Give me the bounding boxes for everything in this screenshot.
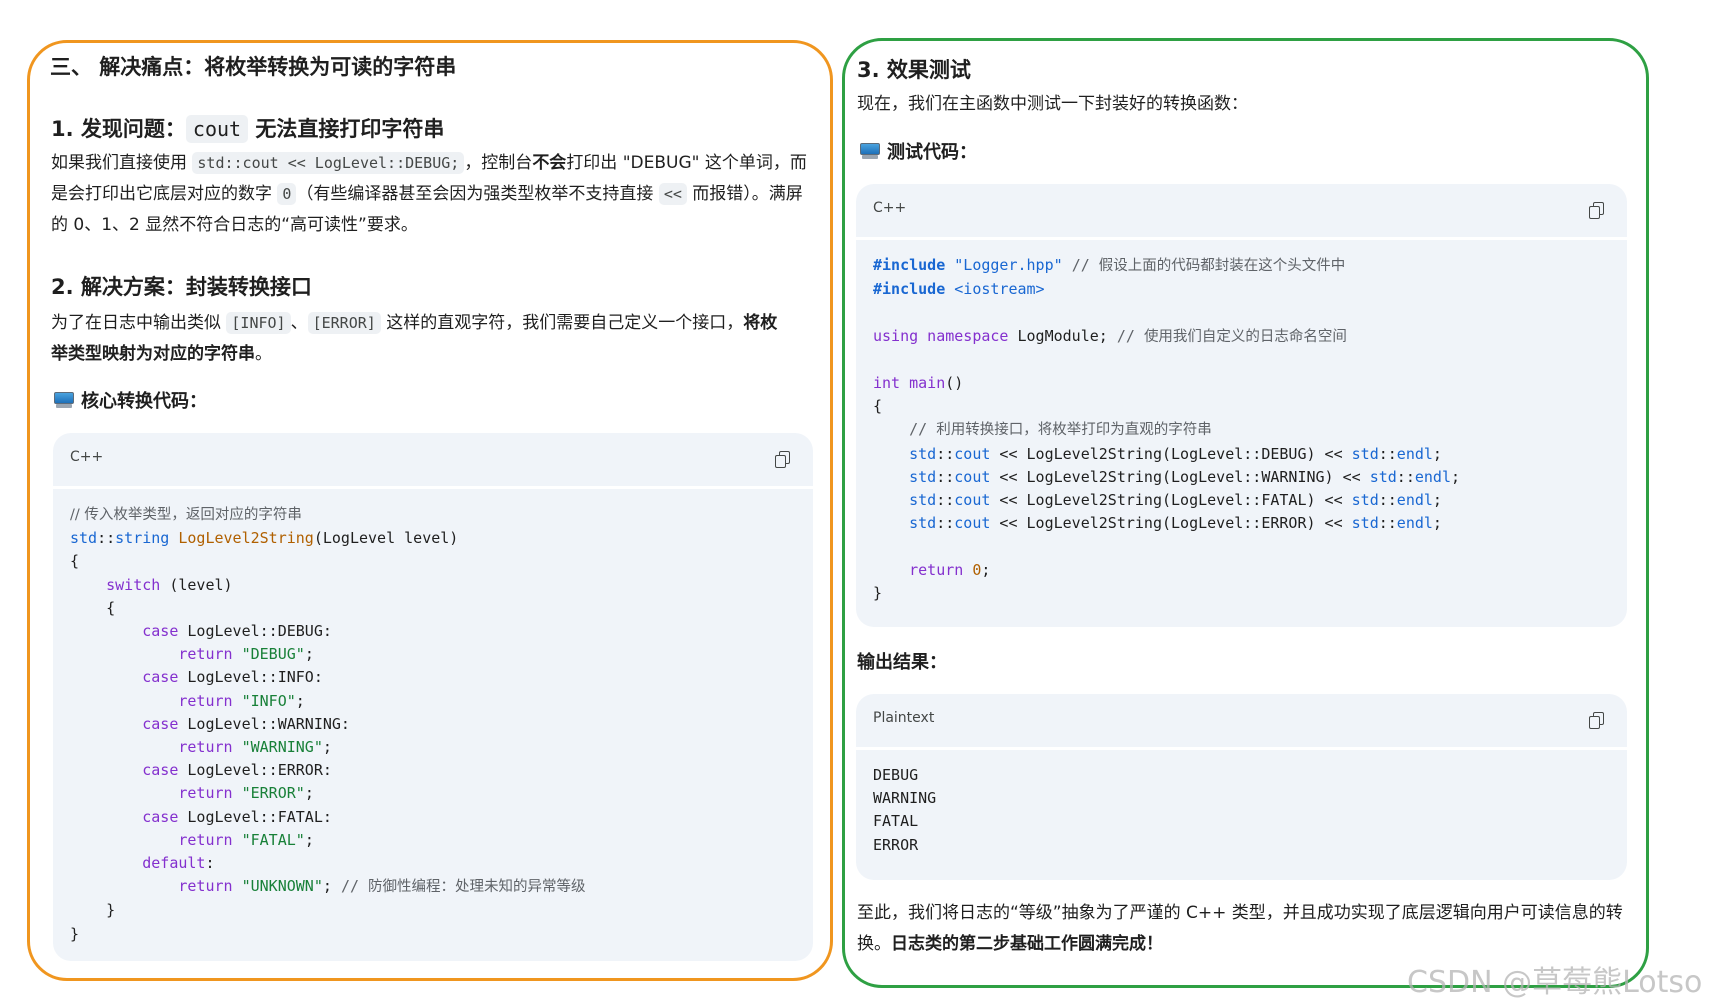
para2-text-1: 为了在日志中输出类似 bbox=[51, 313, 227, 333]
para1-text-4: （有些编译器甚至会因为强类型枚举不支持直接 bbox=[296, 184, 659, 204]
code-language-label: Plaintext bbox=[873, 710, 935, 726]
test-code-label-text: 测试代码： bbox=[887, 142, 977, 163]
output-line: DEBUG bbox=[873, 766, 919, 784]
conclusion-paragraph: 至此，我们将日志的“等级”抽象为了严谨的 C++ 类型，并且成功实现了底层逻辑向… bbox=[857, 898, 1627, 960]
code-block-output: Plaintext DEBUG WARNING FATAL ERROR bbox=[856, 694, 1627, 880]
solution-paragraph: 为了在日志中输出类似 [INFO]、 [ERROR] 这样的直观字符，我们需要自己… bbox=[51, 308, 786, 370]
para1-code-2: 0 bbox=[277, 183, 297, 205]
para2-text-2: 、 bbox=[290, 313, 308, 333]
step1-prefix: 1. 发现问题： bbox=[51, 117, 186, 141]
watermark: CSDN @草莓熊Lotso bbox=[1407, 965, 1703, 1000]
para2-text-3: 这样的直观字符，我们需要自己定义一个接口， bbox=[380, 313, 744, 333]
core-code-label: 核心转换代码： bbox=[54, 387, 207, 413]
step2-heading: 2. 解决方案：封装转换接口 bbox=[51, 275, 312, 299]
step3-heading: 3. 效果测试 bbox=[857, 58, 971, 82]
para2-text-4: 。 bbox=[255, 344, 272, 364]
para1-text-1: 如果我们直接使用 bbox=[51, 153, 193, 173]
problem-paragraph: 如果我们直接使用 std::cout << LogLevel::DEBUG; ，控… bbox=[51, 148, 817, 241]
code-content: #include "Logger.hpp" // 假设上面的代码都封装在这个头文… bbox=[873, 256, 1461, 602]
code-block-core: C++ // 传入枚举类型，返回对应的字符串 std::string LogLe… bbox=[53, 433, 813, 961]
test-intro: 现在，我们在主函数中测试一下封装好的转换函数： bbox=[857, 94, 1248, 114]
para1-code-1: std::cout << LogLevel::DEBUG; bbox=[192, 152, 465, 174]
code-block-header: Plaintext bbox=[856, 694, 1627, 750]
computer-icon bbox=[54, 392, 74, 408]
para1-text-2: ，控制台 bbox=[464, 153, 533, 173]
output-label: 输出结果： bbox=[857, 652, 947, 673]
step1-inline-code: cout bbox=[185, 115, 249, 143]
output-content: DEBUG WARNING FATAL ERROR bbox=[873, 764, 936, 857]
section-title: 三、 解决痛点：将枚举转换为可读的字符串 bbox=[50, 55, 457, 79]
step1-heading: 1. 发现问题： cout 无法直接打印字符串 bbox=[51, 113, 444, 143]
step1-suffix: 无法直接打印字符串 bbox=[248, 117, 445, 141]
code-block-header: C++ bbox=[53, 433, 813, 489]
output-line: FATAL bbox=[873, 812, 919, 831]
output-line: ERROR bbox=[873, 835, 919, 854]
code-block-header: C++ bbox=[856, 184, 1627, 240]
para1-code-3: << bbox=[658, 183, 687, 205]
copy-icon[interactable] bbox=[1589, 202, 1605, 220]
code-language-label: C++ bbox=[70, 449, 104, 465]
conclusion-bold: 日志类的第二步基础工作圆满完成！ bbox=[891, 934, 1163, 954]
core-code-label-text: 核心转换代码： bbox=[81, 391, 207, 412]
copy-icon[interactable] bbox=[1589, 712, 1605, 730]
test-code-label: 测试代码： bbox=[860, 138, 977, 164]
code-language-label: C++ bbox=[873, 200, 907, 216]
para1-bold-1: 不会 bbox=[532, 153, 567, 173]
computer-icon bbox=[860, 143, 880, 159]
output-line: WARNING bbox=[873, 789, 937, 808]
code-content: // 传入枚举类型，返回对应的字符串 std::string LogLevel2… bbox=[70, 507, 586, 943]
para2-code-1: [INFO] bbox=[226, 312, 291, 334]
para2-code-2: [ERROR] bbox=[307, 312, 381, 334]
copy-icon[interactable] bbox=[775, 451, 791, 469]
code-block-test: C++ #include "Logger.hpp" // 假设上面的代码都封装在… bbox=[856, 184, 1627, 627]
